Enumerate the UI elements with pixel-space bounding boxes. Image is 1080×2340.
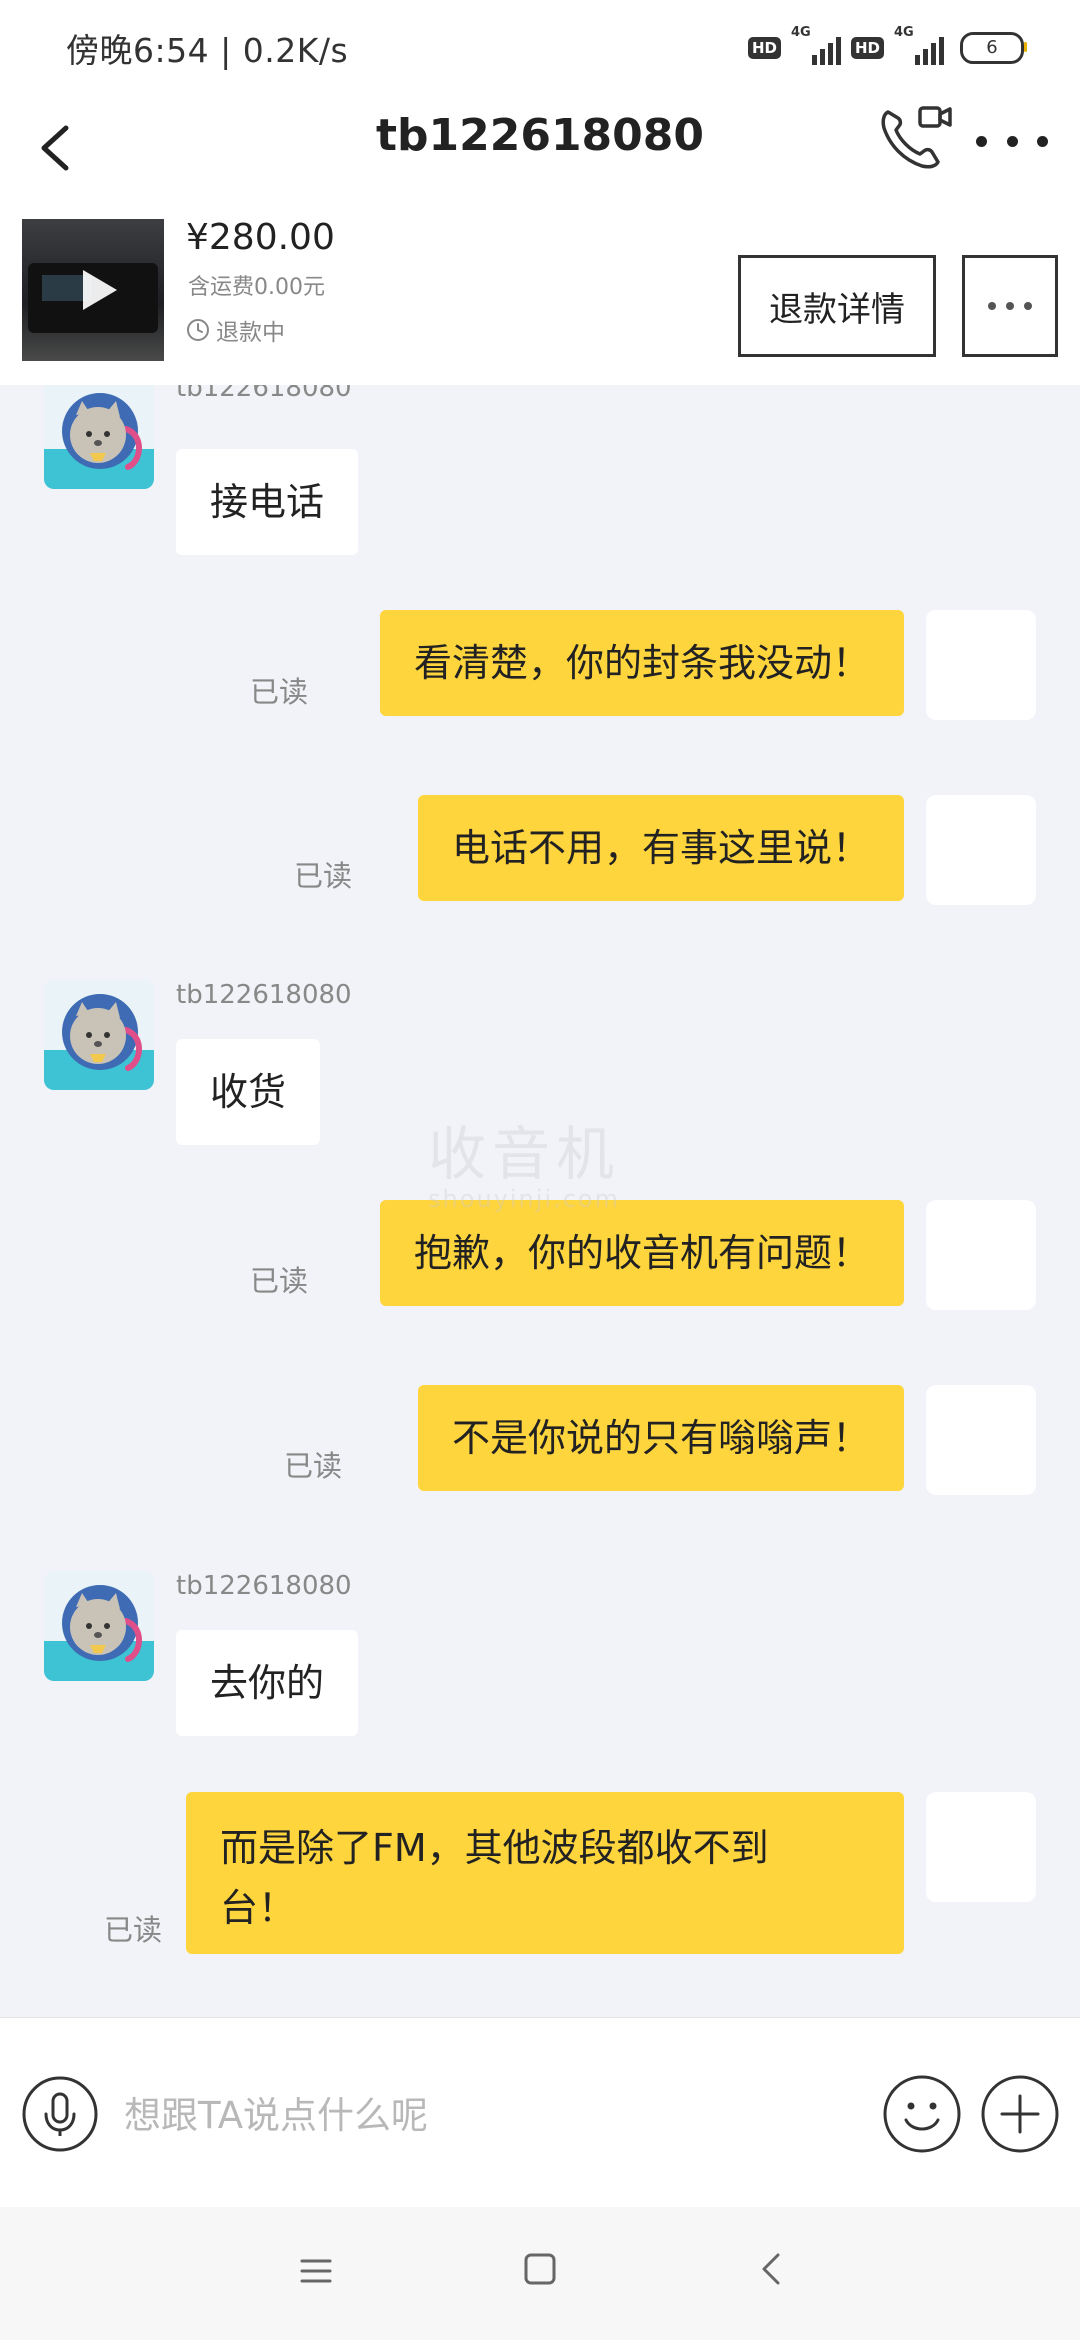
call-button[interactable] <box>874 96 954 176</box>
read-receipt: 已读 <box>250 675 309 709</box>
play-icon <box>83 270 117 310</box>
hd-badge-1: HD <box>747 37 781 59</box>
more-dots-icon <box>988 302 996 310</box>
message-text: 接电话 <box>210 480 325 524</box>
chat-header: tb122618080 <box>0 90 1080 205</box>
order-more-button[interactable] <box>962 255 1058 357</box>
clock-text: 傍晚6:54 <box>66 31 210 70</box>
status-time: 傍晚6:54 | 0.2K/s <box>66 31 349 70</box>
back-button[interactable] <box>30 114 90 180</box>
network-speed: 0.2K/s <box>242 31 349 70</box>
signal-icon-sim1: 4G <box>791 25 841 65</box>
cat-avatar-icon <box>44 1571 154 1681</box>
menu-icon <box>300 2259 332 2283</box>
message-bubble-outgoing[interactable]: 看清楚，你的封条我没动！ <box>379 610 904 716</box>
system-back-button[interactable] <box>754 2251 790 2287</box>
message-text: 收货 <box>210 1070 287 1114</box>
contact-avatar[interactable] <box>44 1571 154 1681</box>
my-avatar[interactable] <box>926 1200 1036 1310</box>
message-text: 去你的 <box>210 1661 325 1705</box>
message-bubble-incoming[interactable]: 接电话 <box>176 449 359 555</box>
battery-level: 6 <box>986 37 998 58</box>
message-bubble-outgoing[interactable]: 抱歉，你的收音机有问题！ <box>379 1200 904 1306</box>
contact-avatar[interactable] <box>44 385 154 489</box>
message-input[interactable] <box>122 2082 846 2148</box>
product-price: ¥280.00 <box>186 217 335 258</box>
cat-avatar-icon <box>44 385 154 489</box>
message-bubble-outgoing[interactable]: 电话不用，有事这里说！ <box>417 795 904 901</box>
smiley-icon <box>883 2075 961 2153</box>
chevron-left-icon <box>762 2253 780 2285</box>
message-text: 电话不用，有事这里说！ <box>451 826 870 870</box>
my-avatar[interactable] <box>926 1385 1036 1495</box>
message-bubble-incoming[interactable]: 收货 <box>176 1039 321 1145</box>
message-composer <box>0 2017 1080 2208</box>
message-text: 抱歉，你的收音机有问题！ <box>413 1231 870 1275</box>
cat-avatar-icon <box>44 980 154 1090</box>
status-bar: 傍晚6:54 | 0.2K/s HD 4G HD 4G 6 <box>0 0 1080 90</box>
contact-avatar[interactable] <box>44 980 154 1090</box>
phone-video-icon <box>881 106 952 169</box>
microphone-icon <box>22 2076 98 2152</box>
refund-status-text: 退款中 <box>216 320 285 346</box>
more-actions-button[interactable] <box>980 2074 1060 2154</box>
recent-apps-button[interactable] <box>298 2253 334 2289</box>
message-bubble-outgoing[interactable]: 而是除了FM，其他波段都收不到 台！ <box>186 1792 904 1954</box>
message-bubble-incoming[interactable]: 去你的 <box>176 1630 359 1736</box>
emoji-button[interactable] <box>882 2074 962 2154</box>
my-avatar[interactable] <box>926 610 1036 720</box>
message-text-line-2: 台！ <box>220 1886 297 1930</box>
home-button[interactable] <box>522 2251 558 2287</box>
hd-badge-2: HD <box>850 37 884 59</box>
refund-details-button[interactable]: 退款详情 <box>738 255 936 357</box>
read-receipt: 已读 <box>294 859 353 893</box>
more-dots-icon <box>976 135 987 147</box>
signal-icon-sim2: 4G <box>894 25 944 65</box>
square-home-icon <box>524 2253 556 2285</box>
message-text: 看清楚，你的封条我没动！ <box>413 641 870 685</box>
read-receipt: 已读 <box>250 1264 309 1298</box>
product-video-thumbnail[interactable] <box>22 219 164 361</box>
message-bubble-outgoing[interactable]: 不是你说的只有嗡嗡声！ <box>417 1385 904 1491</box>
clock-icon <box>187 319 209 341</box>
network-type-2: 4G <box>894 25 914 40</box>
message-text-line-1: 而是除了FM，其他波段都收不到 <box>220 1826 769 1870</box>
network-type-1: 4G <box>790 25 811 40</box>
sender-name: tb122618080 <box>176 980 352 1010</box>
status-icons: HD 4G HD 4G 6 <box>747 25 1027 66</box>
more-button[interactable] <box>976 116 1048 166</box>
sender-name: tb122618080 <box>176 1571 352 1601</box>
order-card: ¥280.00 含运费0.00元 退款中 退款详情 <box>0 205 1080 385</box>
my-avatar[interactable] <box>926 1792 1036 1902</box>
sender-name: tb122618080 <box>176 385 352 403</box>
plus-icon <box>981 2075 1059 2153</box>
my-avatar[interactable] <box>926 795 1036 905</box>
read-receipt: 已读 <box>284 1449 343 1483</box>
refund-status: 退款中 <box>186 313 285 347</box>
shipping-fee: 含运费0.00元 <box>188 275 325 300</box>
chevron-left-icon <box>41 125 69 171</box>
read-receipt: 已读 <box>104 1913 163 1947</box>
voice-input-button[interactable] <box>22 2076 98 2152</box>
battery-icon: 6 <box>960 32 1027 64</box>
message-list[interactable]: tb122618080 接电话 已读 看清楚，你的封条我没动！ 已读 电话不用，… <box>0 385 1080 2017</box>
message-text: 不是你说的只有嗡嗡声！ <box>451 1416 870 1460</box>
system-navigation-bar <box>0 2207 1080 2340</box>
